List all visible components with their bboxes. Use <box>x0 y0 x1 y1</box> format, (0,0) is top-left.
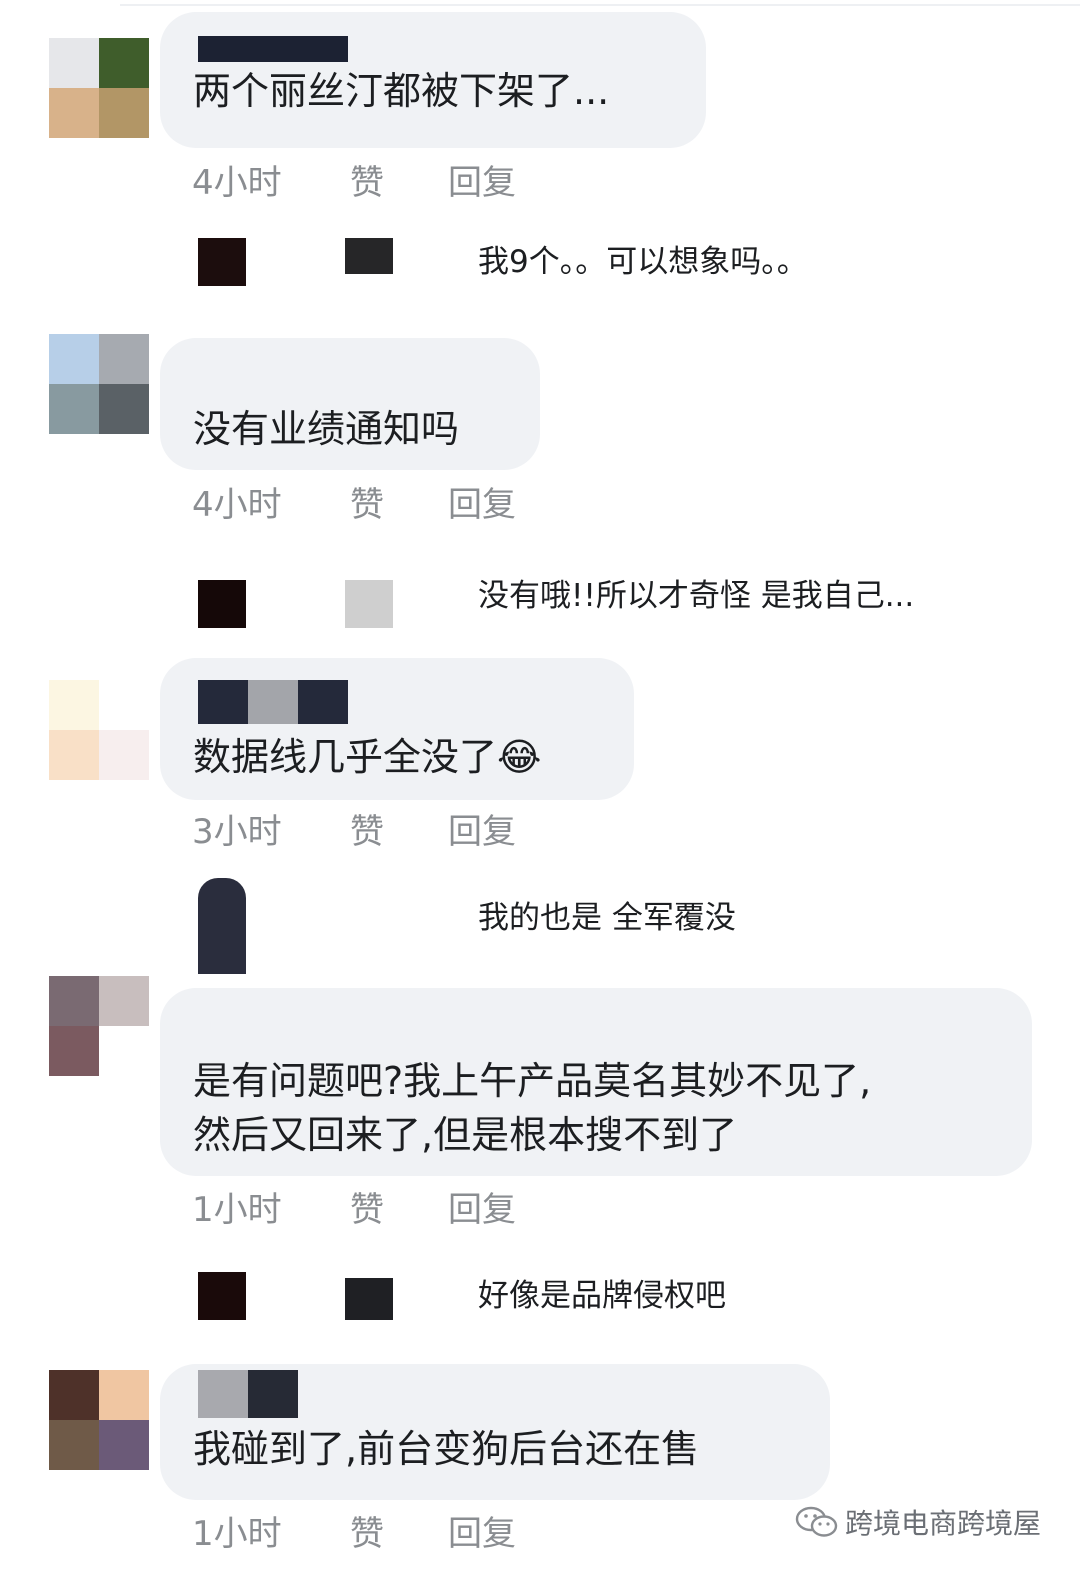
avatar-pixel <box>99 1420 149 1470</box>
reply-preview[interactable]: 好像是品牌侵权吧 <box>0 1272 1080 1326</box>
avatar-pixel <box>49 384 99 434</box>
avatar-pixel <box>49 88 99 138</box>
blurred-name[interactable] <box>198 680 348 724</box>
reply-avatar[interactable] <box>198 1272 246 1320</box>
comment-text: 两个丽丝汀都被下架了... <box>193 69 610 113</box>
blur-block <box>198 680 248 724</box>
reply-button[interactable]: 回复 <box>448 1182 516 1231</box>
comment-bubble[interactable]: 我碰到了,前台变狗后台还在售 <box>160 1364 830 1500</box>
avatar-pixel <box>49 1370 99 1420</box>
avatar-pixel <box>99 680 149 730</box>
avatar[interactable] <box>49 680 149 780</box>
reply-name-blur <box>345 580 393 628</box>
comment-text: 数据线几乎全没了😂 <box>193 735 542 779</box>
reply-name-blur <box>345 878 393 914</box>
reply-button[interactable]: 回复 <box>448 1506 516 1555</box>
comment-time: 4小时 <box>192 162 282 203</box>
comment-actions: 3小时 赞 回复 <box>192 804 516 853</box>
blurred-name[interactable] <box>198 36 348 62</box>
comment-actions: 1小时 赞 回复 <box>192 1182 516 1231</box>
avatar[interactable] <box>49 976 149 1076</box>
avatar-pixel <box>99 730 149 780</box>
avatar-pixel <box>99 976 149 1026</box>
blur-block <box>298 36 348 62</box>
reply-button[interactable]: 回复 <box>448 155 516 204</box>
avatar[interactable] <box>49 1370 149 1470</box>
reply-avatar[interactable] <box>198 580 246 628</box>
reply-text: 我的也是 全军覆没 <box>478 900 736 936</box>
reply-name-blur <box>345 1278 393 1320</box>
reply-avatar[interactable] <box>198 238 246 286</box>
blur-block <box>248 680 298 724</box>
avatar-pixel <box>49 1026 99 1076</box>
avatar-pixel <box>99 88 149 138</box>
comment-text: 没有业绩通知吗 <box>193 407 460 451</box>
reply-text: 没有哦!!所以才奇怪 是我自己... <box>478 578 915 614</box>
avatar-pixel <box>49 38 99 88</box>
reply-preview[interactable]: 我9个。。可以想象吗。。 <box>0 238 1080 292</box>
like-button[interactable]: 赞 <box>350 155 448 204</box>
comment-time: 4小时 <box>192 484 282 525</box>
blur-block <box>248 36 298 62</box>
comment-time: 1小时 <box>192 1513 282 1554</box>
comment-text: 我碰到了,前台变狗后台还在售 <box>193 1427 700 1471</box>
top-divider <box>120 4 1080 6</box>
comment-bubble[interactable]: 没有业绩通知吗 <box>160 338 540 470</box>
blur-block <box>298 680 348 724</box>
reply-text: 我9个。。可以想象吗。。 <box>478 244 808 280</box>
avatar[interactable] <box>49 334 149 434</box>
comment-actions: 4小时 赞 回复 <box>192 155 516 204</box>
comment-text: 然后又回来了,但是根本搜不到了 <box>193 1113 738 1157</box>
avatar-pixel <box>49 976 99 1026</box>
like-button[interactable]: 赞 <box>350 1182 448 1231</box>
avatar-pixel <box>49 334 99 384</box>
like-button[interactable]: 赞 <box>350 804 448 853</box>
avatar-pixel <box>49 680 99 730</box>
blurred-name[interactable] <box>198 1370 298 1418</box>
watermark-text: 跨境电商跨境屋 <box>845 1507 1042 1540</box>
reply-button[interactable]: 回复 <box>448 477 516 526</box>
avatar-pixel <box>49 1420 99 1470</box>
avatar-pixel <box>99 1026 149 1076</box>
comment-bubble[interactable]: 数据线几乎全没了😂 <box>160 658 634 800</box>
avatar[interactable] <box>49 38 149 138</box>
avatar-pixel <box>99 334 149 384</box>
blur-block <box>248 1370 298 1418</box>
comment-text: 是有问题吧?我上午产品莫名其妙不见了, <box>193 1059 872 1103</box>
avatar-pixel <box>99 38 149 88</box>
reply-preview[interactable]: 我的也是 全军覆没 <box>0 878 1080 974</box>
reply-name-blur <box>345 238 393 274</box>
blur-block <box>198 1370 248 1418</box>
comment-actions: 4小时 赞 回复 <box>192 477 516 526</box>
comment-time: 3小时 <box>192 811 282 852</box>
wechat-icon <box>795 1506 838 1537</box>
like-button[interactable]: 赞 <box>350 477 448 526</box>
comment-actions: 1小时 赞 回复 <box>192 1506 516 1555</box>
blur-block <box>198 36 248 62</box>
comment-bubble[interactable]: 是有问题吧?我上午产品莫名其妙不见了, 然后又回来了,但是根本搜不到了 <box>160 988 1032 1176</box>
reply-avatar[interactable] <box>198 878 246 974</box>
reply-text: 好像是品牌侵权吧 <box>478 1278 726 1314</box>
avatar-pixel <box>99 384 149 434</box>
watermark: 跨境电商跨境屋 <box>795 1502 1041 1542</box>
avatar-pixel <box>49 730 99 780</box>
reply-button[interactable]: 回复 <box>448 804 516 853</box>
comment-time: 1小时 <box>192 1189 282 1230</box>
like-button[interactable]: 赞 <box>350 1506 448 1555</box>
comment-bubble[interactable]: 两个丽丝汀都被下架了... <box>160 12 706 148</box>
avatar-pixel <box>99 1370 149 1420</box>
reply-preview[interactable]: 没有哦!!所以才奇怪 是我自己... <box>0 578 1080 634</box>
